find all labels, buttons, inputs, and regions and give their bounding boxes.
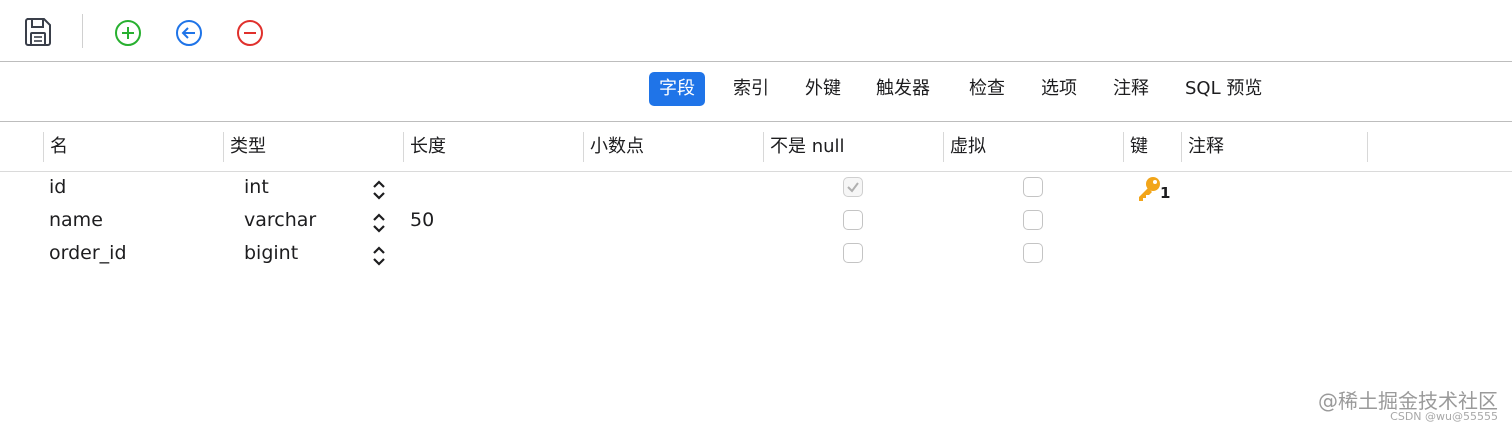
column-header-length[interactable]: 长度 bbox=[403, 132, 583, 162]
type-stepper-icon[interactable] bbox=[370, 179, 388, 201]
virtual-checkbox[interactable] bbox=[1023, 210, 1043, 230]
type-stepper-icon[interactable] bbox=[370, 212, 388, 234]
toolbar-divider bbox=[82, 14, 83, 48]
table-row[interactable]: name varchar 50 bbox=[0, 205, 1512, 238]
virtual-checkbox[interactable] bbox=[1023, 177, 1043, 197]
floppy-disk-icon bbox=[25, 18, 51, 46]
not-null-checkbox[interactable] bbox=[843, 210, 863, 230]
tab-options[interactable]: 选项 bbox=[1031, 72, 1087, 106]
insert-field-button[interactable] bbox=[171, 15, 207, 51]
checkmark-icon bbox=[847, 182, 859, 193]
column-header-name[interactable]: 名 bbox=[43, 132, 223, 162]
delete-field-button[interactable] bbox=[232, 15, 268, 51]
key-index: 1 bbox=[1160, 184, 1171, 202]
field-name-cell[interactable]: order_id bbox=[49, 238, 127, 271]
table-row[interactable]: order_id bigint bbox=[0, 238, 1512, 271]
column-header-comment[interactable]: 注释 bbox=[1181, 132, 1368, 162]
type-stepper-icon[interactable] bbox=[370, 245, 388, 267]
not-null-checkbox[interactable] bbox=[843, 243, 863, 263]
toolbar bbox=[0, 0, 1512, 62]
column-header-decimals[interactable]: 小数点 bbox=[583, 132, 763, 162]
field-type-cell[interactable]: bigint bbox=[244, 238, 298, 271]
table-row[interactable]: id int 1 bbox=[0, 172, 1512, 205]
field-type-cell[interactable]: varchar bbox=[244, 205, 316, 238]
column-header-virtual[interactable]: 虚拟 bbox=[943, 132, 1123, 162]
add-field-button[interactable] bbox=[110, 15, 146, 51]
field-name-cell[interactable]: name bbox=[49, 205, 103, 238]
tab-fields[interactable]: 字段 bbox=[649, 72, 705, 106]
field-length-cell[interactable]: 50 bbox=[410, 205, 434, 238]
table-header: 名 类型 长度 小数点 不是 null 虚拟 键 注释 bbox=[0, 122, 1512, 172]
save-button[interactable] bbox=[20, 14, 56, 50]
virtual-checkbox[interactable] bbox=[1023, 243, 1043, 263]
tab-checks[interactable]: 检查 bbox=[959, 72, 1015, 106]
plus-circle-icon bbox=[115, 20, 141, 46]
not-null-checkbox[interactable] bbox=[843, 177, 863, 197]
column-header-not-null[interactable]: 不是 null bbox=[763, 132, 943, 162]
column-header-key[interactable]: 键 bbox=[1123, 132, 1181, 162]
arrow-left-circle-icon bbox=[176, 20, 202, 46]
tab-foreign-keys[interactable]: 外键 bbox=[795, 72, 851, 106]
tab-indexes[interactable]: 索引 bbox=[723, 72, 779, 106]
field-name-cell[interactable]: id bbox=[49, 172, 66, 205]
watermark: @稀土掘金技术社区 bbox=[1318, 389, 1498, 413]
tab-triggers[interactable]: 触发器 bbox=[866, 72, 940, 106]
minus-circle-icon bbox=[237, 20, 263, 46]
watermark-sub: CSDN @wu@55555 bbox=[1390, 410, 1498, 423]
tab-sql-preview[interactable]: SQL 预览 bbox=[1175, 72, 1272, 106]
tab-comment[interactable]: 注释 bbox=[1103, 72, 1159, 106]
tab-bar: 字段 索引 外键 触发器 检查 选项 注释 SQL 预览 bbox=[0, 62, 1512, 122]
field-type-cell[interactable]: int bbox=[244, 172, 269, 205]
column-header-type[interactable]: 类型 bbox=[223, 132, 403, 162]
